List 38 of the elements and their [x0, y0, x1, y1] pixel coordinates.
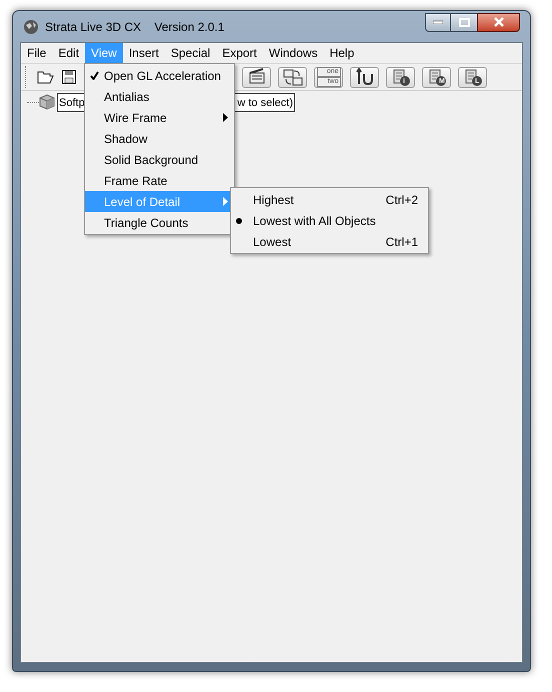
menu-entry[interactable]: Lowest Ctrl+1 — [231, 231, 428, 252]
object-name-text: Softp — [59, 96, 85, 110]
menu-item[interactable]: Special — [164, 43, 216, 63]
menu-entry[interactable]: Frame Rate — [85, 170, 234, 191]
menu-entry[interactable]: Antialias — [85, 86, 234, 107]
clapperboards-icon — [282, 68, 302, 86]
toolbar-button[interactable] — [278, 66, 307, 88]
menu-entry[interactable]: Solid Background — [85, 149, 234, 170]
menu-item[interactable]: File — [21, 43, 52, 63]
close-button[interactable] — [477, 12, 520, 32]
toolbar-button[interactable] — [242, 66, 271, 88]
menu-entry[interactable]: Triangle Counts — [85, 212, 234, 233]
menu-item[interactable]: Windows — [262, 43, 324, 63]
menu-item[interactable]: Help — [324, 43, 360, 63]
clapperboard-icon — [246, 68, 266, 86]
maximize-icon — [458, 18, 470, 26]
minimize-button[interactable] — [425, 12, 451, 32]
object-name-text: w to select) — [237, 96, 293, 110]
loop-arrow-icon — [354, 68, 374, 86]
close-icon — [492, 17, 504, 27]
toolbar-button[interactable] — [350, 66, 379, 88]
menu-entry[interactable]: Shadow — [85, 128, 234, 149]
minimize-icon — [433, 20, 443, 24]
document-icon — [390, 68, 410, 86]
menu-entry[interactable]: Wire Frame — [85, 107, 234, 128]
maximize-button[interactable] — [451, 12, 477, 32]
folder-icon[interactable] — [37, 70, 54, 84]
menu-item[interactable]: Edit — [52, 43, 86, 63]
cube-icon — [39, 94, 55, 110]
globe-icon — [23, 19, 39, 35]
menu-entry[interactable]: Open GL Acceleration — [85, 65, 234, 86]
window-title: Strata Live 3D CX Version 2.0.1 — [45, 19, 224, 36]
menu-item[interactable]: Export — [216, 43, 263, 63]
document-icon — [462, 68, 482, 86]
menu-item[interactable]: Insert — [122, 43, 165, 63]
document-icon — [426, 68, 446, 86]
menu-entry[interactable]: Lowest with All Objects — [231, 210, 428, 231]
menu-entry[interactable]: Highest Ctrl+2 — [231, 189, 428, 210]
